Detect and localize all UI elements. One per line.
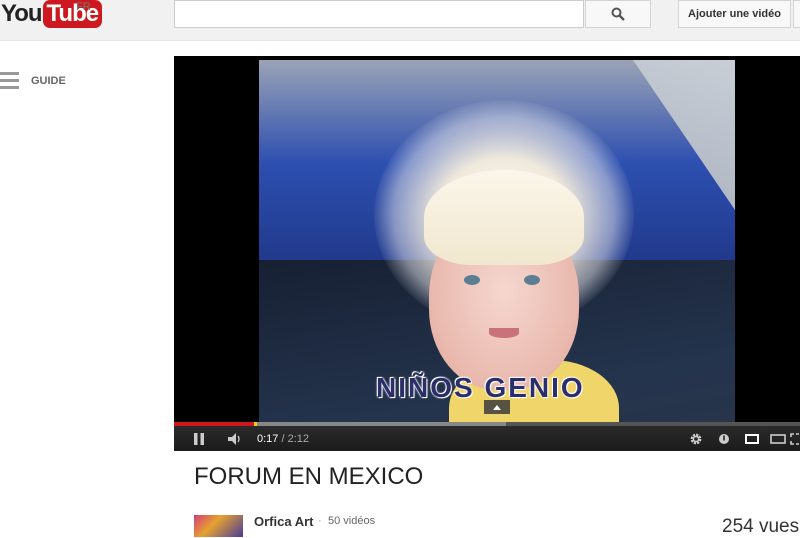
video-eye-right <box>524 275 540 285</box>
video-eye-left <box>464 275 480 285</box>
time-separator: / <box>278 432 288 445</box>
current-time: 0:17 <box>257 432 279 445</box>
expand-controls-button[interactable] <box>484 400 510 414</box>
duration: 2:12 <box>287 432 310 445</box>
player-controls: 0:17 / 2:12 <box>174 426 800 451</box>
channel-name-link[interactable]: Orfica Art <box>254 514 313 529</box>
video-mouth <box>489 328 519 338</box>
video-frame[interactable]: NIÑOS GENIO <box>259 60 735 451</box>
small-player-icon <box>745 433 759 444</box>
search-button[interactable] <box>585 0 651 28</box>
pause-icon <box>194 432 204 445</box>
view-count: 254 vues <box>722 516 800 537</box>
settings-icon <box>690 433 702 444</box>
pause-button[interactable] <box>188 426 210 451</box>
fullscreen-button[interactable] <box>790 426 800 451</box>
annotations-button[interactable] <box>714 426 734 451</box>
settings-button[interactable] <box>686 426 706 451</box>
video-title: FORUM EN MEXICO <box>194 463 424 490</box>
guide-label: GUIDE <box>31 74 66 87</box>
video-bangs <box>424 170 584 265</box>
guide-menu-icon <box>0 72 19 89</box>
channel-avatar[interactable] <box>194 515 243 537</box>
small-player-button[interactable] <box>742 426 762 451</box>
logo-tube-text: Tube <box>42 0 103 28</box>
time-display: 0:17 / 2:12 <box>257 426 309 451</box>
expand-arrow-icon <box>493 404 501 410</box>
channel-video-count[interactable]: 50 vidéos <box>328 515 375 527</box>
volume-button[interactable] <box>224 426 246 451</box>
large-player-button[interactable] <box>768 426 788 451</box>
logo-you-text: You <box>1 0 43 27</box>
guide-button[interactable]: GUIDE <box>0 72 66 89</box>
account-button[interactable] <box>793 0 800 28</box>
search-input[interactable] <box>174 0 584 28</box>
video-player[interactable]: NIÑOS GENIO 0:17 / 2:12 <box>174 56 800 451</box>
annotations-icon <box>719 433 729 444</box>
search-icon <box>611 7 625 21</box>
upload-button[interactable]: Ajouter une vidéo <box>678 0 791 28</box>
video-caption: NIÑOS GENIO <box>376 372 585 403</box>
large-player-icon <box>770 433 786 444</box>
fullscreen-icon <box>790 432 799 445</box>
country-code: FR <box>76 1 91 13</box>
masthead: You Tube FR Ajouter une vidéo <box>0 0 800 41</box>
separator-dot: · <box>318 515 322 527</box>
volume-icon <box>228 432 240 445</box>
